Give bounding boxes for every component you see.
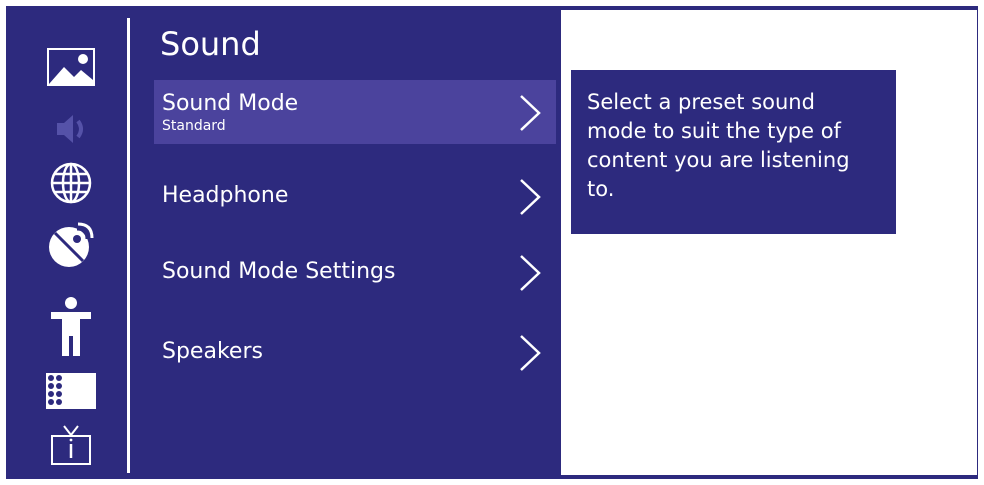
- help-text-box: Select a preset sound mode to suit the t…: [571, 70, 896, 234]
- broadcast-dish-icon[interactable]: [42, 220, 100, 270]
- chevron-right-icon: [520, 95, 541, 131]
- tv-info-icon[interactable]: [42, 420, 100, 470]
- menu-item-sound-mode[interactable]: Sound Mode Standard: [154, 80, 556, 144]
- menu-item-label: Headphone: [162, 183, 289, 208]
- apps-grid-icon[interactable]: [42, 366, 100, 416]
- chevron-right-icon: [520, 255, 541, 291]
- menu-item-label: Speakers: [162, 339, 263, 364]
- category-sidebar: [6, 6, 126, 479]
- menu-item-sound-mode-settings[interactable]: Sound Mode Settings: [154, 240, 556, 304]
- menu-item-speakers[interactable]: Speakers: [154, 320, 556, 384]
- menu-item-label: Sound Mode Settings: [162, 259, 396, 284]
- menu-item-label: Sound Mode: [162, 91, 299, 116]
- menu-item-headphone[interactable]: Headphone: [154, 164, 556, 228]
- menu-item-value: Standard: [162, 118, 226, 134]
- menu-title: Sound: [160, 25, 261, 63]
- network-globe-icon[interactable]: [42, 158, 100, 208]
- chevron-right-icon: [520, 335, 541, 371]
- help-text: Select a preset sound mode to suit the t…: [587, 90, 850, 201]
- picture-icon[interactable]: [42, 42, 100, 92]
- chevron-right-icon: [520, 179, 541, 215]
- detail-panel: Select a preset sound mode to suit the t…: [561, 10, 977, 475]
- sidebar-divider: [127, 18, 130, 473]
- accessibility-person-icon[interactable]: [42, 294, 100, 360]
- sound-icon[interactable]: [42, 104, 100, 154]
